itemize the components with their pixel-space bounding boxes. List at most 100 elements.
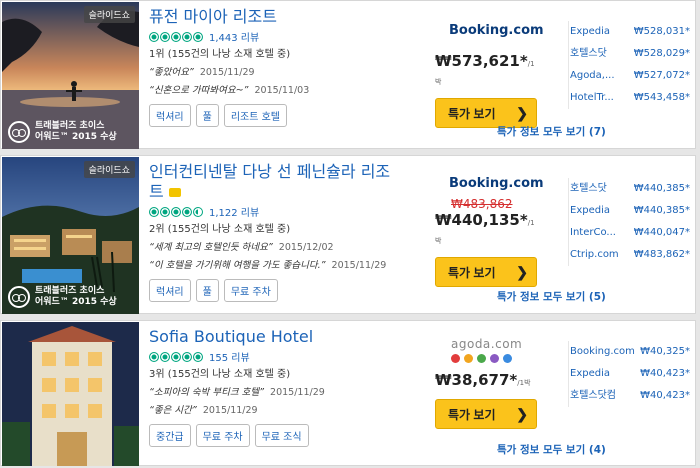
provider-name: 호텔스닷 [570,183,607,194]
rating-row: 1,122 리뷰 [149,204,424,219]
provider-row[interactable]: Expedia ₩528,031* [570,21,690,43]
amenity-tag[interactable]: 무료 주차 [223,279,278,302]
bubble-icon [171,31,181,42]
view-deal-button[interactable]: 특가 보기 ❯ [435,399,537,429]
price-value: ₩38,677* [435,371,518,389]
quote-date: 2015/11/29 [199,67,255,78]
hotel-name-link[interactable]: Sofia Boutique Hotel [149,327,424,347]
bubble-icon [171,351,181,362]
provider-price: ₩528,029* [633,48,690,59]
featured-provider: Booking.com ₩483,862 ₩440,135*/1박 특가 보기 ❯ [435,176,544,287]
rating-row: 1,443 리뷰 [149,29,424,44]
provider-row[interactable]: Expedia ₩440,385* [570,200,690,222]
quote-text[interactable]: “좋았어요” [149,67,194,78]
amenity-tag[interactable]: 무료 조식 [254,424,309,447]
provider-name: Expedia [570,26,610,37]
hotel-photo-1[interactable]: 슬라이드쇼 트래블러즈 초이스 어워드™ 2015 수상 [2,2,139,149]
quote-date: 2015/12/02 [278,242,334,253]
award-line-2: 어워드™ 2015 수상 [35,132,117,142]
featured-price[interactable]: ₩573,621*/1박 [435,52,539,88]
deal-button-label: 특가 보기 [448,265,496,280]
provider-row[interactable]: 호텔스닷 ₩440,385* [570,178,690,200]
all-deals-link[interactable]: 특가 정보 모두 보기 (7) [497,124,606,139]
slideshow-badge[interactable]: 슬라이드쇼 [83,6,135,23]
hotel-info-3: Sofia Boutique Hotel 155 리뷰 3위 (155건의 나낭… [149,327,424,447]
quote-date: 2015/11/03 [254,85,310,96]
view-deal-button[interactable]: 특가 보기 ❯ [435,257,537,287]
amenity-tag[interactable]: 풀 [195,279,219,302]
bubble-icon [160,206,170,217]
provider-row[interactable]: Ctrip.com ₩483,862* [570,244,690,266]
amenity-tag[interactable]: 럭셔리 [149,279,191,302]
bubble-icon [149,206,159,217]
review-count-link[interactable]: 1,443 리뷰 [209,29,259,44]
amenity-tag[interactable]: 무료 주차 [195,424,250,447]
award-tag-icon [168,188,181,197]
review-count-link[interactable]: 155 리뷰 [209,349,250,364]
amenity-tag[interactable]: 리조트 호텔 [223,104,287,127]
agoda-logo[interactable]: agoda.com [451,337,539,363]
chevron-right-icon: ❯ [516,406,528,422]
review-snippet: “소피아의 숙박 부티크 호텔” 2015/11/29 [149,384,424,398]
provider-name: Expedia [570,205,610,216]
bubble-icon [182,351,192,362]
slideshow-badge[interactable]: 슬라이드쇼 [83,161,135,178]
amenity-tag[interactable]: 풀 [195,104,219,127]
all-deals-link[interactable]: 특가 정보 모두 보기 (4) [497,442,606,457]
hotel-name-link[interactable]: 인터컨티넨탈 다낭 선 페닌슐라 리조트 [149,162,394,202]
quote-text[interactable]: “이 호텔을 가기위해 여행을 가도 좋습니다.” [149,260,326,271]
provider-name: Booking.com [449,176,544,191]
review-snippet: “세계 최고의 호텔인듯 하네요” 2015/12/02 [149,239,424,253]
hotel-name-text: 인터컨티넨탈 다낭 선 페닌슐라 리조트 [149,162,391,201]
owl-icon [8,121,30,143]
booking-logo[interactable]: Booking.com [449,23,544,38]
bubble-icon [193,31,203,42]
bubble-icon [182,206,192,217]
provider-price: ₩40,325* [640,346,690,357]
provider-row[interactable]: InterCo... ₩440,047* [570,222,690,244]
per-night: /1박 [517,379,531,387]
bubble-icon [160,351,170,362]
bubble-icon [149,351,159,362]
provider-row[interactable]: Booking.com ₩40,325* [570,341,690,363]
quote-text[interactable]: “세계 최고의 호텔인듯 하네요” [149,242,273,253]
all-deals-link[interactable]: 특가 정보 모두 보기 (5) [497,289,606,304]
amenity-tags: 럭셔리 풀 리조트 호텔 [149,104,424,127]
hotel-rank: 1위 (155건의 나낭 소재 호텔 중) [149,49,291,60]
quote-text[interactable]: “좋은 시간” [149,405,197,416]
review-snippet: “신혼으로 가따봐여요~” 2015/11/03 [149,82,424,96]
rating-bubbles [149,206,204,217]
deal-button-label: 특가 보기 [448,407,496,422]
provider-name: HotelTr... [570,92,614,103]
provider-row[interactable]: HotelTr... ₩543,458* [570,87,690,109]
hotel-info-1: 퓨전 마이아 리조트 1,443 리뷰 1위 (155건의 나낭 소재 호텔 중… [149,7,424,127]
other-providers: Expedia ₩528,031* 호텔스닷 ₩528,029* Agoda,...… [568,21,690,109]
provider-row[interactable]: 호텔스닷 ₩528,029* [570,43,690,65]
hotel-name-link[interactable]: 퓨전 마이아 리조트 [149,7,424,27]
provider-name: Ctrip.com [570,249,619,260]
provider-row[interactable]: 호텔스닷컴 ₩40,423* [570,385,690,407]
provider-price: ₩40,423* [640,368,690,379]
amenity-tag[interactable]: 럭셔리 [149,104,191,127]
review-snippet: “좋았어요” 2015/11/29 [149,64,424,78]
hotel-photo-3[interactable] [2,322,139,466]
quote-text[interactable]: “소피아의 숙박 부티크 호텔” [149,387,264,398]
provider-price: ₩440,385* [633,205,690,216]
hotel-card-1: 슬라이드쇼 트래블러즈 초이스 어워드™ 2015 수상 퓨전 마이아 리조트 1… [0,0,696,149]
travelers-choice-award: 트래블러즈 초이스 어워드™ 2015 수상 [8,121,117,143]
review-count-link[interactable]: 1,122 리뷰 [209,204,259,219]
provider-price: ₩440,385* [633,183,690,194]
booking-logo[interactable]: Booking.com [449,176,544,191]
hotel-rank: 2위 (155건의 나낭 소재 호텔 중) [149,224,291,235]
featured-price[interactable]: ₩440,135*/1박 [435,211,539,247]
provider-row[interactable]: Agoda,... ₩527,072* [570,65,690,87]
quote-text[interactable]: “신혼으로 가따봐여요~” [149,85,248,96]
provider-price: ₩527,072* [633,70,690,81]
owl-icon [8,286,30,308]
provider-row[interactable]: Expedia ₩40,423* [570,363,690,385]
amenity-tag[interactable]: 중간급 [149,424,191,447]
featured-price[interactable]: ₩38,677*/1박 [435,371,539,389]
bubble-icon [193,351,203,362]
hotel-photo-2[interactable]: 슬라이드쇼 트래블러즈 초이스 어워드™ 2015 수상 [2,157,139,314]
price-value: ₩440,135* [435,211,528,229]
